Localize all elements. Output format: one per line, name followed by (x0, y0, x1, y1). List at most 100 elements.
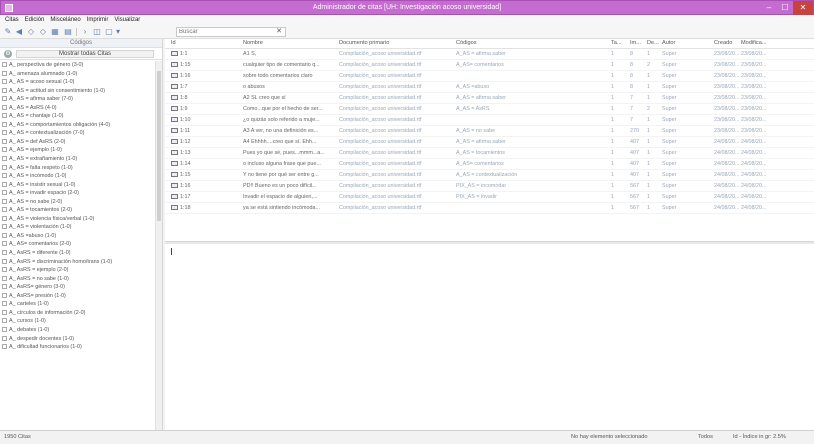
list-view-icon[interactable]: ▢ (104, 27, 114, 37)
code-list-item[interactable]: A_ AsRS = diferente (1-0) (0, 249, 154, 258)
code-list-item[interactable]: A_ AS = insistir sexual (1-0) (0, 181, 154, 190)
navigate-previous-icon[interactable]: ◇ (26, 27, 36, 37)
code-list-item[interactable]: A_ AsRS= género (3-0) (0, 283, 154, 292)
show-all-quotations-button[interactable]: Mostrar todas Citas (16, 50, 154, 58)
table-row[interactable]: 1:9 Como...que por el hecho de ser... Comp… (165, 104, 814, 115)
split-view-icon[interactable]: ◫ (92, 27, 102, 37)
code-list-item[interactable]: A_ AS = no sabe (2-0) (0, 198, 154, 207)
code-checkbox[interactable] (2, 292, 7, 298)
code-list-item[interactable]: A_ AS = def AsRS (2-0) (0, 138, 154, 147)
table-row[interactable]: 1:1 A1 S, Compilación_acoso universidad.rt… (165, 49, 814, 60)
code-list-item[interactable]: A_ carteles (1-0) (0, 300, 154, 309)
table-row[interactable]: 1:14 o incluso alguna frase que pue... Com… (165, 159, 814, 170)
code-checkbox[interactable] (2, 181, 7, 187)
code-checkbox[interactable] (2, 62, 7, 67)
code-list-item[interactable]: A_ AS = extrañamiento (1-0) (0, 155, 154, 164)
code-checkbox[interactable] (2, 250, 7, 256)
menu-citas[interactable]: Citas (2, 15, 22, 25)
table-row[interactable]: 1:15 cualquier tipo de comentario q... Com… (165, 60, 814, 71)
table-row[interactable]: 1:10 ¿o quizás solo referido a muje... Com… (165, 115, 814, 126)
code-list-item[interactable]: A_ AS = invadir espacio (2-0) (0, 189, 154, 198)
code-list-item[interactable]: A_ AsRS= presión (1-0) (0, 292, 154, 301)
search-input[interactable] (177, 28, 271, 36)
table-row[interactable]: 1:15 Y no tiene por qué ser entre g... Com… (165, 170, 814, 181)
clear-search-icon[interactable]: ✕ (276, 28, 282, 36)
column-header-nombre[interactable]: Nombre (243, 40, 335, 46)
code-checkbox[interactable] (2, 96, 7, 102)
code-checkbox[interactable] (2, 138, 7, 144)
code-checkbox[interactable] (2, 215, 7, 221)
code-checkbox[interactable] (2, 241, 7, 247)
code-list-item[interactable]: A_ AS = violentación (1-0) (0, 223, 154, 232)
code-list-item[interactable]: A_ AS = actitud sin consentimiento (1-0) (0, 87, 154, 96)
code-checkbox[interactable] (2, 284, 7, 290)
code-checkbox[interactable] (2, 301, 7, 307)
table-row[interactable]: 1:12 A4 Ehhhh....creo que sí. Ehh... Compi… (165, 137, 814, 148)
column-header-codigos[interactable]: Códigos (456, 40, 606, 46)
table-row[interactable]: 1:11 A3 A ver, no una definición es... Com… (165, 126, 814, 137)
code-checkbox[interactable] (2, 113, 7, 119)
code-list-item[interactable]: A_ AS = chantaje (1-0) (0, 112, 154, 121)
code-list-item[interactable]: A_ AS = comportamientos obligación (4-0) (0, 121, 154, 130)
column-header-documento[interactable]: Documento primario (339, 40, 453, 46)
code-list-item[interactable]: A_ amenaza alumnado (1-0) (0, 70, 154, 79)
code-checkbox[interactable] (2, 147, 7, 153)
code-list-item[interactable]: A_ AS = violencia física/verbal (1-0) (0, 215, 154, 224)
code-checkbox[interactable] (2, 207, 7, 213)
code-checkbox[interactable] (2, 79, 7, 85)
table-row[interactable]: 1:16 sobre todo comentarios claro Compilac… (165, 71, 814, 82)
code-list-item[interactable]: A_ AS = acoso sexual (1-0) (0, 78, 154, 87)
code-checkbox[interactable] (2, 164, 7, 170)
code-list-item[interactable]: A_ AS = contextualización (7-0) (0, 129, 154, 138)
code-checkbox[interactable] (2, 70, 7, 76)
code-checkbox[interactable] (2, 121, 7, 127)
column-header-creado[interactable]: Creado (714, 40, 740, 46)
code-icon[interactable]: ▦ (50, 27, 60, 37)
code-checkbox[interactable] (2, 326, 7, 332)
column-header-modificado[interactable]: Modifica... (741, 40, 811, 46)
code-checkbox[interactable] (2, 258, 7, 264)
back-icon[interactable]: ◀ (14, 27, 24, 37)
filter-icon[interactable]: › (80, 27, 90, 37)
column-header-de[interactable]: De... (647, 40, 661, 46)
table-row[interactable]: 1:16 PD!! Bueno es un poco difícil... Comp… (165, 181, 814, 192)
minimize-button[interactable]: – (761, 1, 777, 15)
code-checkbox[interactable] (2, 335, 7, 341)
code-checkbox[interactable] (2, 156, 7, 162)
code-list-item[interactable]: A_ círculos de información (2-0) (0, 309, 154, 318)
navigate-next-icon[interactable]: ◇ (38, 27, 48, 37)
column-header-autor[interactable]: Autor (662, 40, 702, 46)
code-checkbox[interactable] (2, 87, 7, 93)
code-list-item[interactable]: A_ dificultad funcionarios (1-0) (0, 343, 154, 352)
code-list-item[interactable]: A_ despedir docentes (1-0) (0, 335, 154, 344)
menu-edicion[interactable]: Edición (22, 15, 48, 25)
menu-visualizar[interactable]: Visualizar (111, 15, 143, 25)
code-list-item[interactable]: A_ AS = falta respeto (1-0) (0, 164, 154, 173)
code-checkbox[interactable] (2, 104, 7, 110)
code-checkbox[interactable] (2, 130, 7, 136)
code-list-item[interactable]: A_ debates (1-0) (0, 326, 154, 335)
code-checkbox[interactable] (2, 267, 7, 273)
code-list-item[interactable]: A_ AS = ejemplo (1-0) (0, 146, 154, 155)
column-header-ta[interactable]: Ta... (611, 40, 627, 46)
memo-icon[interactable]: ▤ (63, 27, 73, 37)
scrollbar-thumb[interactable] (157, 71, 161, 221)
column-header-im[interactable]: Im... (630, 40, 646, 46)
close-button[interactable]: ✕ (793, 1, 813, 15)
table-row[interactable]: 1:7 o abusos Compilación_acoso universidad… (165, 82, 814, 93)
table-row[interactable]: 1:17 Invadir el espacio de alguien,... Com… (165, 192, 814, 203)
code-checkbox[interactable] (2, 309, 7, 315)
code-list-item[interactable]: A_ cursos (1-0) (0, 317, 154, 326)
code-checkbox[interactable] (2, 232, 7, 238)
code-list-item[interactable]: A_ AS = afirma saber (7-0) (0, 95, 154, 104)
column-header-id[interactable]: Id (171, 40, 241, 46)
code-list-item[interactable]: A_ AS = tocamientos (2-0) (0, 206, 154, 215)
code-checkbox[interactable] (2, 173, 7, 179)
menu-miscelaneo[interactable]: Misceláneo (47, 15, 83, 25)
code-checkbox[interactable] (2, 198, 7, 204)
menu-imprimir[interactable]: Imprimir (84, 15, 112, 25)
table-row[interactable]: 1:18 ya se está sintiendo incómoda... Comp… (165, 203, 814, 214)
code-list-item[interactable]: A_ AS =abuso (1-0) (0, 232, 154, 241)
code-checkbox[interactable] (2, 190, 7, 196)
code-list-item[interactable]: A_ AS = AsRS (4-0) (0, 104, 154, 113)
